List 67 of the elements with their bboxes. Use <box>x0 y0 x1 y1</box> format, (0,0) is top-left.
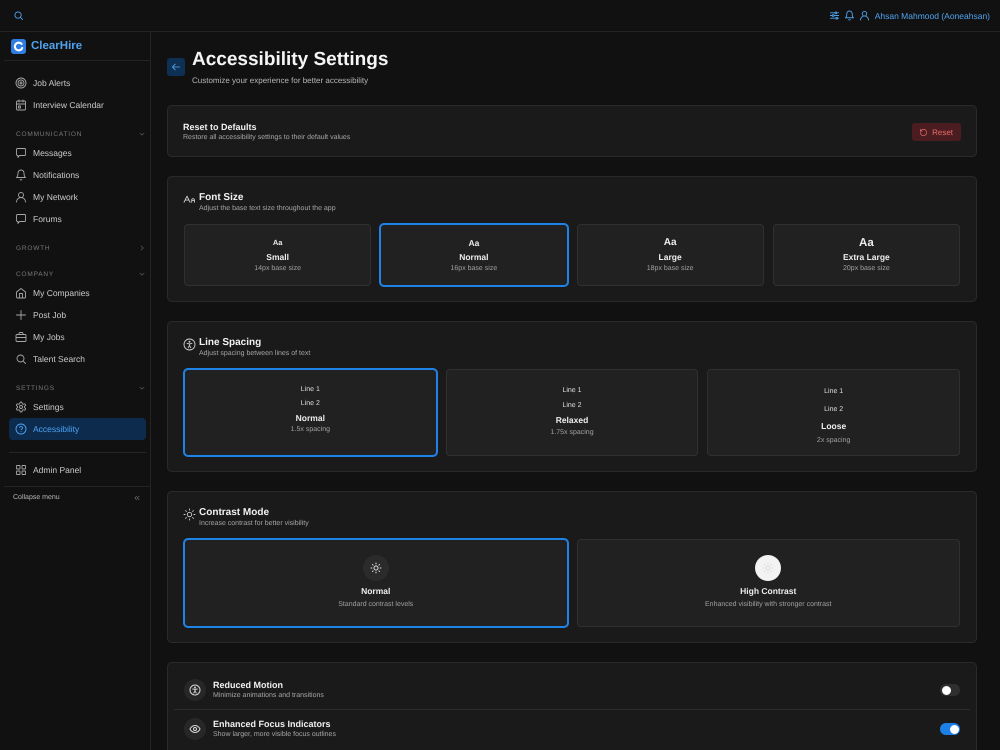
sun-icon <box>362 555 389 581</box>
search-icon[interactable] <box>14 11 23 20</box>
option-label: Large <box>658 251 682 263</box>
text-size-icon <box>184 194 195 205</box>
option-label: High Contrast <box>740 585 796 597</box>
card-title: Contrast Mode <box>199 507 270 519</box>
setting-title: Reduced Motion <box>213 680 284 690</box>
option-label: Normal <box>361 585 390 597</box>
house-icon <box>16 288 26 298</box>
card-title: Line Spacing <box>199 337 262 349</box>
card-title: Reset to Defaults <box>183 121 258 133</box>
briefcase-icon <box>16 332 26 342</box>
option-label: Normal <box>296 412 325 425</box>
nav-item[interactable]: Notifications <box>9 164 146 186</box>
sample-text: Aa <box>859 236 874 250</box>
search-icon <box>16 354 26 364</box>
option-label: Normal <box>459 251 489 263</box>
plus-icon <box>16 310 26 320</box>
option-label: Extra Large <box>842 251 890 263</box>
user-name[interactable]: Ahsan Mahmood (Aoneahsan) <box>874 10 990 20</box>
logo-icon[interactable] <box>11 38 26 54</box>
nav-item[interactable]: Talent Search <box>9 348 146 370</box>
nav-item[interactable]: Settings <box>9 396 146 418</box>
eye-icon <box>184 718 206 740</box>
sample-text: Aa <box>468 237 480 250</box>
nav-item[interactable]: Forums <box>9 208 146 230</box>
nav-item[interactable]: My Jobs <box>9 326 146 348</box>
target-icon <box>16 78 26 88</box>
setting-title: Enhanced Focus Indicators <box>213 718 332 730</box>
nav-item[interactable]: Accessibility <box>9 418 146 440</box>
sun-icon <box>755 555 782 581</box>
arrow-left-icon <box>172 63 180 71</box>
card-title: Font Size <box>199 192 244 204</box>
chat-bubble-icon <box>16 214 26 224</box>
toggle-switch[interactable] <box>940 684 960 696</box>
user-icon[interactable] <box>860 11 869 20</box>
toggle-switch[interactable] <box>940 723 960 735</box>
rotate-icon <box>920 128 928 136</box>
sample-text: Aa <box>664 236 677 250</box>
back-button[interactable] <box>167 58 185 76</box>
brand-name[interactable]: ClearHire <box>31 40 82 52</box>
sliders-icon[interactable] <box>830 11 839 20</box>
page-subtitle: Customize your experience for better accessibility <box>192 75 370 87</box>
double-chevron-left-icon <box>134 494 140 500</box>
nav-item[interactable]: Admin Panel <box>9 459 146 481</box>
page-title: Accessibility Settings <box>192 48 388 72</box>
option-label: Loose <box>821 420 846 433</box>
accessibility-icon <box>184 679 206 701</box>
nav-item[interactable]: Messages <box>9 142 146 164</box>
grid-icon <box>16 465 26 475</box>
calendar-icon <box>16 100 26 110</box>
nav-item[interactable]: My Network <box>9 186 146 208</box>
nav-item[interactable]: Post Job <box>9 304 146 326</box>
settings-icon <box>16 402 26 412</box>
question-circle-icon <box>16 424 26 434</box>
bell-icon[interactable] <box>844 11 854 20</box>
bell-icon <box>16 170 26 180</box>
accessibility-icon <box>184 339 195 350</box>
reset-button[interactable]: Reset <box>912 123 961 141</box>
chat-bubble-icon <box>16 148 26 158</box>
option-label: Small <box>266 251 289 263</box>
nav-item[interactable]: Interview Calendar <box>9 94 146 116</box>
option-label: Relaxed <box>556 414 588 427</box>
nav-item[interactable]: My Companies <box>9 282 146 304</box>
nav-item[interactable]: Job Alerts <box>9 72 146 94</box>
user-icon <box>16 192 26 202</box>
sun-icon <box>184 509 195 520</box>
